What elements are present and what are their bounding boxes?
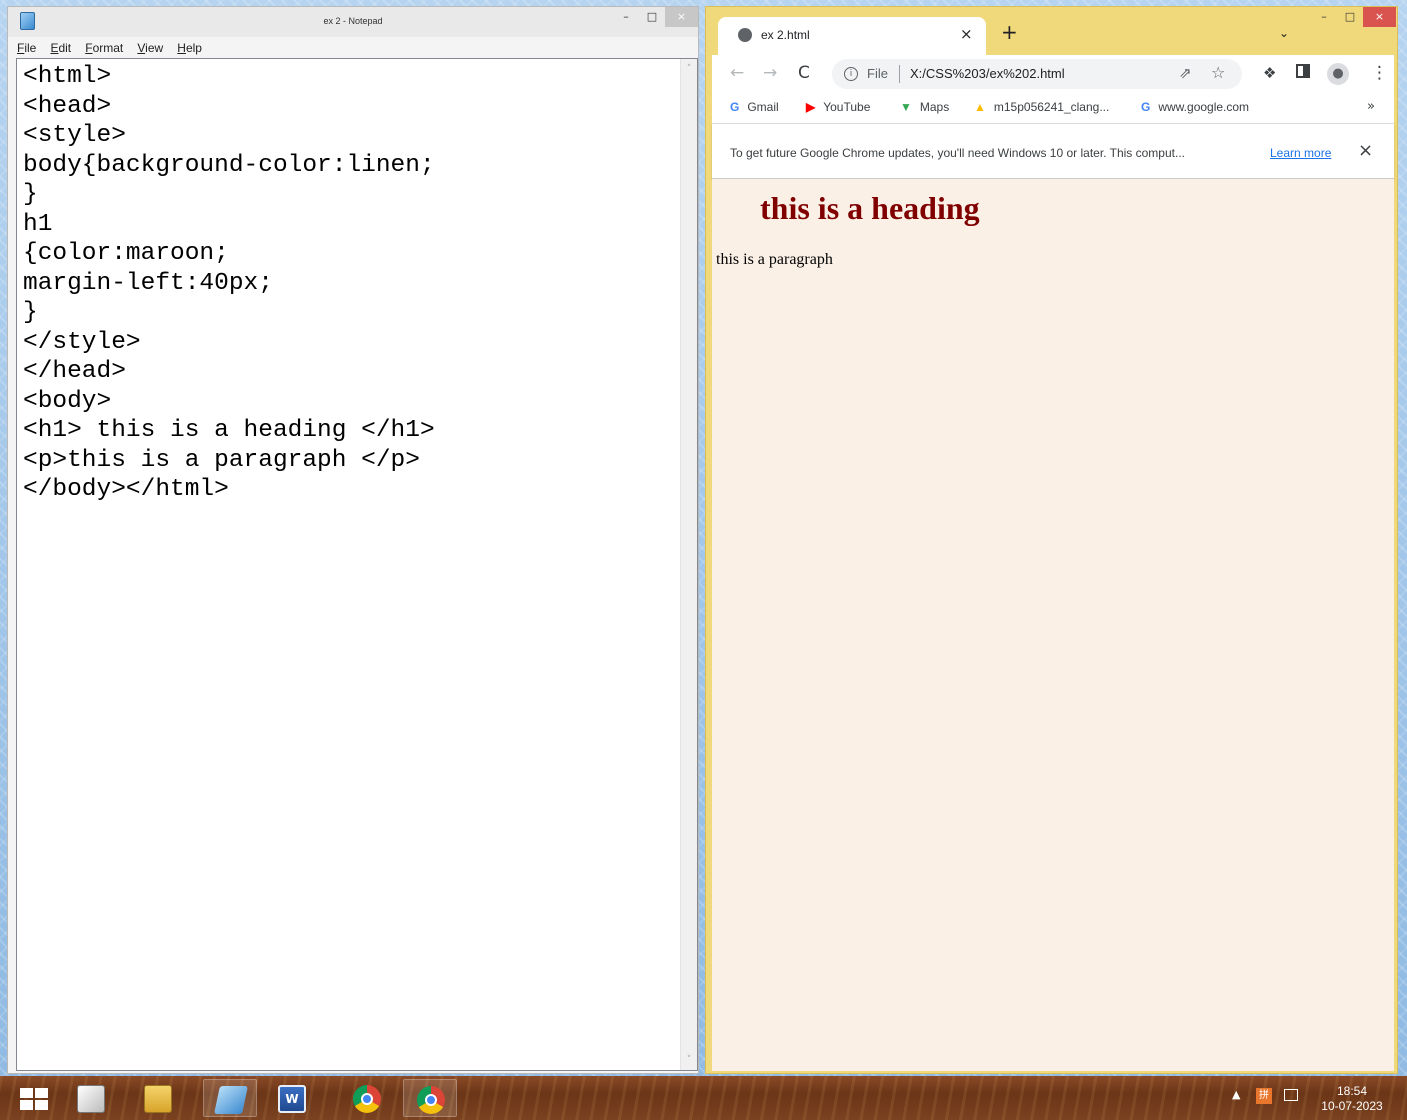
infobar-message: To get future Google Chrome updates, you…: [730, 146, 1185, 160]
windows-logo-icon: [20, 1088, 33, 1098]
windows-taskbar: W ▲ 拼 18:54 10-07-2023: [0, 1076, 1407, 1120]
learn-more-link[interactable]: Learn more: [1270, 146, 1331, 160]
globe-icon: [738, 28, 752, 42]
chrome-close-button[interactable]: ×: [1363, 7, 1396, 27]
word-icon: W: [278, 1085, 306, 1113]
file-explorer-icon: [144, 1085, 172, 1113]
more-bookmarks-chevron-icon[interactable]: »: [1367, 99, 1375, 114]
reload-icon[interactable]: C: [798, 63, 810, 83]
tab-title: ex 2.html: [761, 28, 810, 42]
notepad-window-title: ex 2 - Notepad: [323, 16, 383, 26]
chrome-minimize-button[interactable]: –: [1311, 7, 1337, 27]
network-icon[interactable]: [1284, 1089, 1298, 1101]
taskbar-file-explorer[interactable]: [131, 1079, 185, 1117]
chrome-tab-strip: ex 2.html × + ⌄ – □ ×: [706, 7, 1397, 55]
windows-logo-icon: [20, 1100, 33, 1110]
clock-date: 10-07-2023: [1321, 1099, 1383, 1113]
bookmark-label: m15p056241_clang...: [993, 100, 1110, 114]
calendar-icon: [77, 1085, 105, 1113]
scroll-down-arrow-icon[interactable]: ˅: [681, 1052, 697, 1068]
google-g-icon: G: [1141, 100, 1151, 114]
chrome-icon: [353, 1085, 381, 1113]
windows-logo-icon: [35, 1088, 48, 1098]
url-scheme-label: File: [867, 66, 888, 81]
taskbar-chrome-active[interactable]: [403, 1079, 457, 1117]
bookmarks-bar: G Gmail ▶ YouTube ▼ Maps ▲ m15p056241_clang.…: [712, 93, 1394, 124]
notepad-icon: [214, 1086, 248, 1114]
menu-edit[interactable]: Edit: [50, 38, 71, 58]
browser-tab[interactable]: ex 2.html ×: [718, 17, 986, 55]
bookmark-gmail[interactable]: G Gmail: [730, 100, 779, 114]
chrome-toolbar: ← → C i File X:/CSS%203/ex%202.html ⇗ ☆ …: [712, 55, 1394, 93]
clock-time: 18:54: [1336, 1084, 1368, 1098]
bookmark-google[interactable]: Gwww.google.com: [1141, 100, 1249, 114]
bookmark-label: www.google.com: [1158, 100, 1250, 114]
bookmark-drive-file[interactable]: ▲ m15p056241_clang...: [974, 100, 1109, 114]
new-tab-button[interactable]: +: [1001, 22, 1018, 42]
menu-file[interactable]: File: [17, 38, 36, 58]
maps-pin-icon: ▼: [900, 100, 912, 114]
forward-arrow-icon[interactable]: →: [763, 63, 777, 83]
menu-format[interactable]: Format: [85, 38, 123, 58]
back-arrow-icon[interactable]: ←: [730, 63, 744, 83]
page-viewport: this is a heading this is a paragraph: [712, 179, 1394, 1071]
omnibox-divider: [899, 65, 900, 83]
show-hidden-icons-arrow-icon[interactable]: ▲: [1232, 1088, 1240, 1101]
tab-close-icon[interactable]: ×: [960, 25, 973, 43]
google-g-icon: G: [730, 100, 740, 114]
bookmark-label: Maps: [919, 100, 950, 114]
bookmark-label: YouTube: [823, 100, 871, 114]
chrome-maximize-button[interactable]: □: [1337, 7, 1363, 27]
taskbar-notepad[interactable]: [203, 1079, 257, 1117]
share-icon[interactable]: ⇗: [1179, 64, 1192, 82]
notepad-window: ex 2 - Notepad – □ × File Edit Format Vi…: [7, 6, 699, 1074]
scroll-up-arrow-icon[interactable]: ˄: [681, 61, 697, 77]
ime-icon[interactable]: 拼: [1256, 1088, 1272, 1104]
update-infobar: To get future Google Chrome updates, you…: [712, 124, 1394, 179]
side-panel-icon[interactable]: [1296, 64, 1310, 78]
taskbar-chrome[interactable]: [340, 1079, 394, 1117]
notepad-menubar: File Edit Format View Help: [8, 37, 698, 57]
menu-view[interactable]: View: [137, 38, 163, 58]
windows-logo-icon: [35, 1100, 48, 1110]
site-info-icon[interactable]: i: [844, 67, 858, 81]
notepad-vertical-scrollbar[interactable]: ˄ ˅: [680, 59, 697, 1070]
tab-search-chevron-icon[interactable]: ⌄: [1279, 26, 1289, 40]
extensions-puzzle-icon[interactable]: ❖: [1263, 63, 1276, 83]
page-paragraph: this is a paragraph: [716, 251, 833, 268]
menu-help[interactable]: Help: [177, 38, 202, 58]
notepad-document-text[interactable]: <html> <head> <style> body{background-co…: [23, 62, 435, 505]
google-drive-icon: ▲: [974, 100, 986, 114]
taskbar-calendar-app[interactable]: [64, 1079, 118, 1117]
notepad-minimize-button[interactable]: –: [613, 7, 639, 27]
bookmark-label: Gmail: [747, 100, 779, 114]
bookmark-youtube[interactable]: ▶ YouTube: [806, 100, 870, 114]
chrome-window: ex 2.html × + ⌄ – □ × ← → C i File X:/CS…: [705, 6, 1398, 1074]
chrome-icon: [417, 1086, 445, 1114]
notepad-close-button[interactable]: ×: [665, 7, 698, 27]
profile-avatar-icon[interactable]: ●: [1327, 63, 1349, 85]
bookmark-maps[interactable]: ▼ Maps: [900, 100, 949, 114]
infobar-close-icon[interactable]: ×: [1358, 140, 1373, 161]
kebab-menu-icon[interactable]: ⋮: [1371, 63, 1388, 83]
page-heading: this is a heading: [760, 190, 980, 226]
notepad-maximize-button[interactable]: □: [639, 7, 665, 27]
taskbar-word[interactable]: W: [265, 1079, 319, 1117]
youtube-icon: ▶: [806, 100, 816, 114]
notepad-titlebar[interactable]: ex 2 - Notepad – □ ×: [8, 7, 698, 37]
notepad-text-area[interactable]: <html> <head> <style> body{background-co…: [16, 58, 698, 1071]
url-text[interactable]: X:/CSS%203/ex%202.html: [910, 66, 1065, 81]
address-bar[interactable]: i File X:/CSS%203/ex%202.html ⇗ ☆: [832, 59, 1242, 89]
start-button[interactable]: [20, 1088, 50, 1112]
clock[interactable]: 18:54 10-07-2023: [1316, 1084, 1388, 1114]
bookmark-star-icon[interactable]: ☆: [1211, 63, 1225, 82]
